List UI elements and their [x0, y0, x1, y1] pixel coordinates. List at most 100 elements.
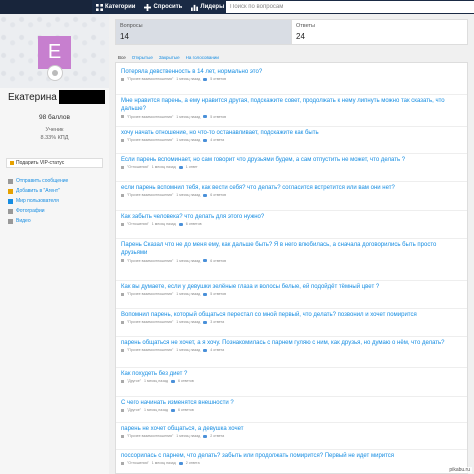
question-title-link[interactable]: хочу начать отношение, но что-то останав…: [121, 129, 463, 137]
comment-icon: [203, 259, 208, 263]
gift-vip-button[interactable]: Подарить VIP-статус: [6, 158, 103, 168]
list-divider: [116, 126, 467, 127]
comment-icon: [203, 348, 208, 352]
filter-voting[interactable]: На голосовании: [186, 55, 219, 60]
question-category: "Прочее взаимоотношения": [127, 138, 174, 143]
add-to-agent-link[interactable]: Добавить в "Агент": [8, 186, 68, 196]
user-rank: Ученик: [45, 127, 64, 133]
photos-link[interactable]: Фотографии: [8, 206, 68, 216]
list-divider: [116, 367, 467, 368]
category-icon: [121, 292, 124, 296]
list-item: парень не хочет общаться, а девушка хоче…: [121, 425, 463, 438]
question-time: 1 месяц назад: [151, 461, 176, 466]
comment-icon: [170, 408, 175, 412]
question-time: 1 месяц назад: [176, 434, 201, 439]
question-meta: "Прочее взаимоотношения" 1 месяц назад 3 о…: [121, 320, 463, 324]
nav-ask-label: Спросить: [153, 4, 183, 10]
watermark: pikabu.ru: [447, 467, 472, 473]
comment-icon: [178, 222, 183, 226]
question-title-link[interactable]: Парень Сказал что не до меня ему, как да…: [121, 241, 463, 258]
question-meta: "Прочее взаимоотношения" 1 месяц назад 5 о…: [121, 77, 463, 81]
question-meta: "Прочее взаимоотношения" 1 месяц назад 6 о…: [121, 193, 463, 197]
answer-count[interactable]: 6 ответов: [178, 379, 194, 383]
question-time: 1 месяц назад: [143, 408, 168, 413]
question-title-link[interactable]: Как забыть человека? что делать для этог…: [121, 213, 463, 221]
question-meta: "Прочее взаимоотношения" 1 месяц назад 5 о…: [121, 292, 463, 296]
question-title-link[interactable]: Вопомнил парень, который общаться перест…: [121, 311, 463, 319]
question-time: 1 месяц назад: [176, 348, 201, 353]
tab-answers-label: Ответы: [296, 23, 316, 29]
redaction-bar: [59, 90, 105, 104]
answer-count[interactable]: 6 ответов: [186, 222, 202, 226]
question-title-link[interactable]: парень не хочет общаться, а девушка хоче…: [121, 425, 463, 433]
question-time: 1 месяц назад: [176, 292, 201, 297]
category-icon: [121, 379, 124, 383]
answer-count[interactable]: 5 ответов: [210, 77, 226, 81]
filter-open[interactable]: Открытые: [132, 55, 153, 60]
answer-count[interactable]: 6 ответов: [210, 193, 226, 197]
category-icon: [121, 138, 124, 142]
question-title-link[interactable]: С чего начинать изменятся внешности ?: [121, 399, 463, 407]
send-message-link[interactable]: Отправить сообщение: [8, 176, 68, 186]
list-item: Как вы думаете, если у девушки зелёные г…: [121, 283, 463, 296]
user-world-label: Мир пользователя: [16, 198, 59, 204]
question-meta: "Другое" 1 месяц назад 6 ответов: [121, 408, 463, 412]
nav-categories[interactable]: Категории: [96, 3, 136, 11]
tab-answers[interactable]: Ответы 24: [291, 20, 467, 44]
profile-actions-menu: Отправить сообщение Добавить в "Агент" М…: [8, 176, 68, 226]
answer-count[interactable]: 3 ответа: [210, 320, 224, 324]
question-category: "Прочее взаимоотношения": [127, 320, 174, 325]
question-title-link[interactable]: Как вы думаете, если у девушки зелёные г…: [121, 283, 463, 291]
question-title-link[interactable]: если парень вспомнил тебя, как вести себ…: [121, 184, 463, 192]
message-icon: [8, 178, 13, 184]
answer-count[interactable]: 1 ответ: [186, 165, 198, 169]
nav-categories-label: Категории: [105, 4, 136, 10]
answer-count[interactable]: 5 ответов: [210, 115, 226, 119]
search-input[interactable]: [226, 1, 474, 13]
category-icon: [121, 77, 124, 81]
question-time: 1 месяц назад: [151, 165, 176, 170]
answer-count[interactable]: 6 ответов: [210, 259, 226, 263]
answer-count[interactable]: 4 ответа: [210, 138, 224, 142]
list-item: Парень Сказал что не до меня ему, как да…: [121, 241, 463, 263]
video-link[interactable]: Видео: [8, 216, 68, 226]
question-category: "Прочее взаимоотношения": [127, 434, 174, 439]
question-category: "Прочее взаимоотношения": [127, 292, 174, 297]
list-divider: [116, 94, 467, 95]
top-navigation-bar: Категории Спросить Лидеры: [0, 0, 474, 14]
world-icon: [8, 198, 13, 204]
list-divider: [116, 449, 467, 450]
chart-icon: [191, 4, 199, 11]
question-title-link[interactable]: Если парень вспоминает, но сам говорит ч…: [121, 156, 463, 164]
question-time: 1 месяц назад: [176, 114, 201, 119]
list-item: С чего начинать изменятся внешности ? "Др…: [121, 399, 463, 412]
tab-answers-count: 24: [296, 32, 305, 41]
question-title-link[interactable]: парень общаться не хочет, а я хочу. Позн…: [121, 339, 463, 347]
filter-all[interactable]: Все: [118, 55, 126, 60]
question-title-link[interactable]: Мне нравится парень, а ему нравится друг…: [121, 97, 463, 114]
tab-questions[interactable]: Вопросы 14: [116, 20, 291, 44]
answer-count[interactable]: 4 ответа: [210, 348, 224, 352]
main-nav: Категории Спросить Лидеры: [96, 2, 224, 12]
question-title-link[interactable]: поссорилась с парнем, что делать? забыть…: [121, 452, 463, 460]
user-world-link[interactable]: Мир пользователя: [8, 196, 68, 206]
nav-ask[interactable]: Спросить: [144, 3, 183, 11]
filter-closed[interactable]: Закрытые: [159, 55, 180, 60]
question-title-link[interactable]: Потеряла девственность в 14 лет, нормаль…: [121, 68, 463, 76]
nav-leaders[interactable]: Лидеры: [191, 4, 224, 11]
send-message-label: Отправить сообщение: [16, 178, 69, 184]
question-time: 1 месяц назад: [176, 77, 201, 82]
logo-area: [0, 0, 92, 14]
answer-count[interactable]: 5 ответов: [210, 292, 226, 296]
answer-count[interactable]: 6 ответов: [178, 408, 194, 412]
answer-count[interactable]: 2 ответа: [210, 434, 224, 438]
question-meta: "Прочее взаимоотношения" 1 месяц назад 4 о…: [121, 138, 463, 142]
question-time: 1 месяц назад: [176, 258, 201, 263]
question-meta: "Прочее взаимоотношения" 1 месяц назад 6 о…: [121, 259, 463, 263]
category-icon: [121, 115, 124, 119]
user-points: 98 баллов: [39, 114, 70, 121]
category-icon: [121, 193, 124, 197]
comment-icon: [178, 461, 183, 465]
question-title-link[interactable]: Как похудеть без диет ?: [121, 370, 463, 378]
answer-count[interactable]: 2 ответа: [186, 461, 200, 465]
